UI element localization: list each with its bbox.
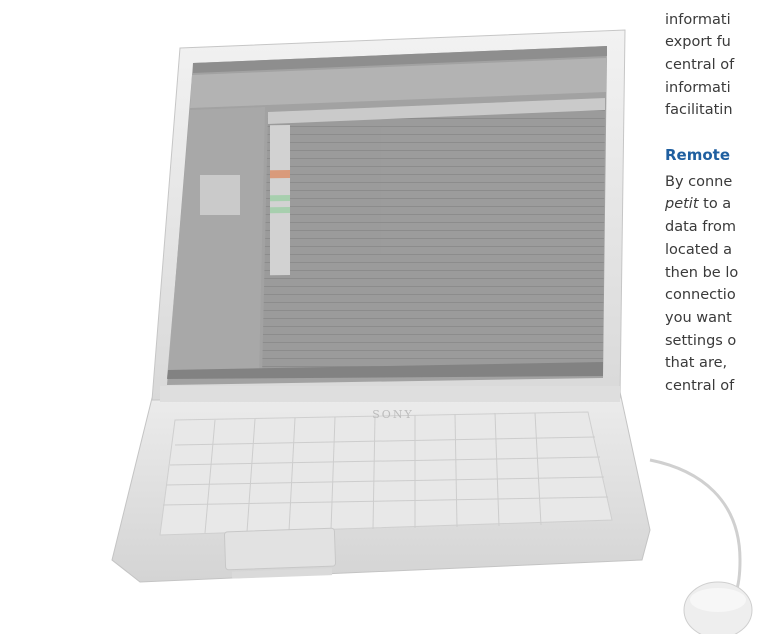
- para2-line-rest: to a: [698, 196, 732, 212]
- brand-logo: SONY: [372, 408, 413, 421]
- para1-line: facilitatin: [665, 102, 733, 118]
- para1-line: informati: [665, 80, 731, 96]
- touchpad: [223, 527, 337, 571]
- hinge: [160, 386, 620, 402]
- section-heading: Remote: [665, 146, 731, 164]
- para1-line: export fu: [665, 34, 731, 50]
- para2-line: By conne: [665, 174, 733, 190]
- para2-line: petit to a: [665, 194, 731, 214]
- keyboard: [159, 411, 613, 536]
- para2-line: located a: [665, 242, 733, 258]
- para1-line: central of: [665, 57, 735, 73]
- para2-line: settings o: [665, 333, 737, 349]
- para2-line: you want: [665, 310, 732, 326]
- para2-line: then be lo: [665, 265, 739, 281]
- italic-word: petit: [665, 196, 699, 212]
- para2-line: that are,: [665, 355, 728, 371]
- para1-line: informati: [665, 12, 731, 28]
- para2-line: data from: [665, 219, 737, 235]
- para2-line: central of: [665, 378, 735, 394]
- para2-line: connectio: [665, 287, 736, 303]
- laptop-illustration: SONY: [111, 29, 753, 634]
